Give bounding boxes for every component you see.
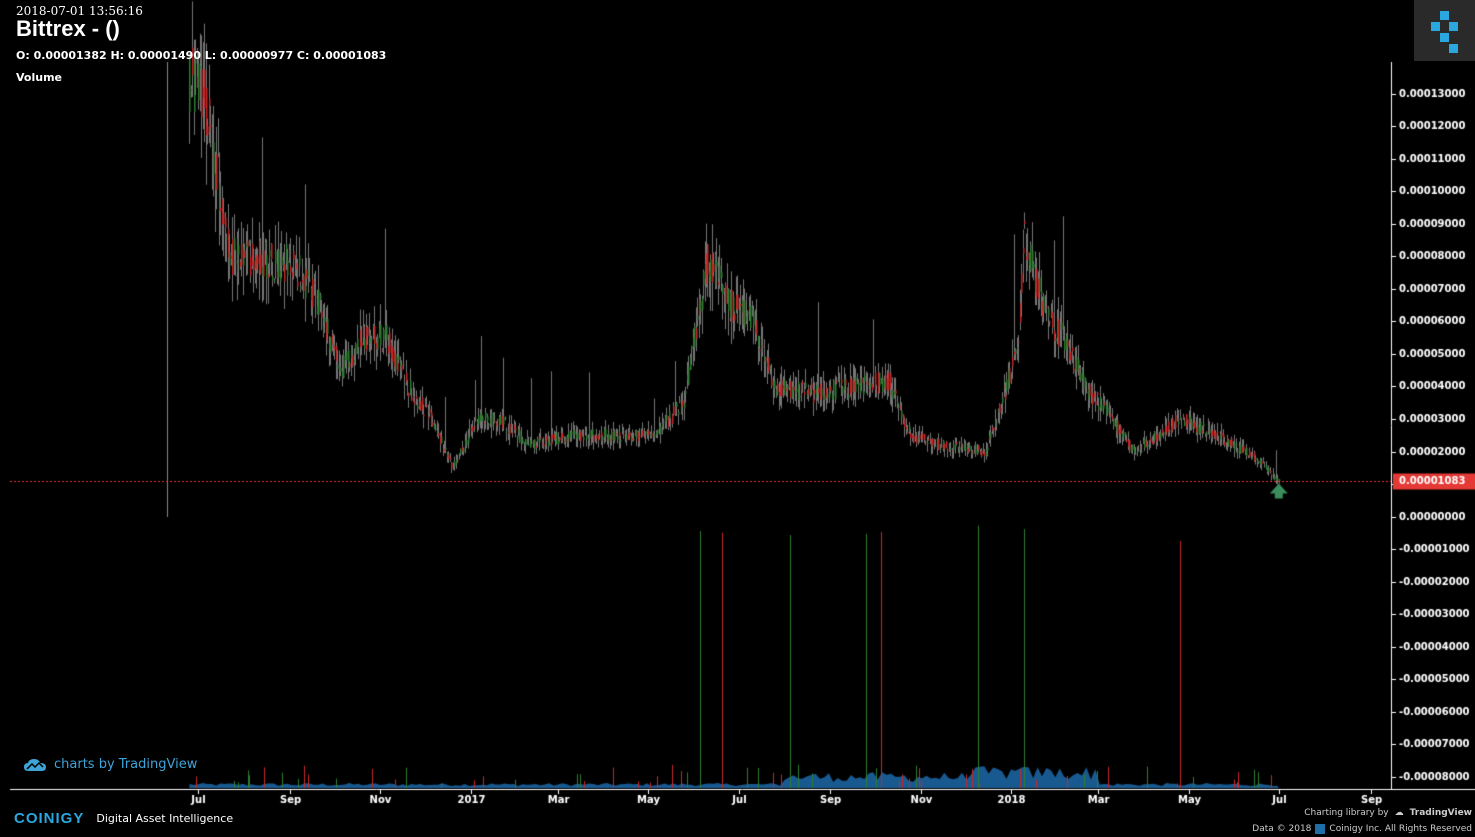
- charting-library-credit[interactable]: Charting library by ☁ TradingView: [1304, 808, 1472, 818]
- coinigy-footer-brand: COINIGY Digital Asset Intelligence: [14, 810, 233, 827]
- coinigy-tagline: Digital Asset Intelligence: [96, 812, 234, 825]
- coinigy-small-icon: [1315, 824, 1326, 834]
- data-copyright: Data © 2018 Coinigy Inc. All Rights Rese…: [1252, 824, 1472, 834]
- price-chart-canvas[interactable]: [0, 0, 1475, 837]
- data-copyright-prefix: Data © 2018: [1252, 824, 1312, 834]
- charting-library-text: Charting library by: [1304, 808, 1389, 818]
- ohlc-readout: O: 0.00001382 H: 0.00001490 L: 0.0000097…: [16, 49, 387, 62]
- volume-indicator-label[interactable]: Volume: [16, 71, 62, 84]
- tradingview-cloud-icon: [24, 758, 46, 771]
- tradingview-cloud-small-icon: ☁: [1394, 808, 1404, 818]
- coinigy-logo-icon: [1414, 0, 1475, 61]
- data-copyright-suffix: Coinigy Inc. All Rights Reserved: [1329, 824, 1472, 834]
- tradingview-link[interactable]: charts by TradingView: [24, 757, 197, 772]
- coinigy-brand-text: COINIGY: [14, 810, 85, 827]
- chart-title: Bittrex - (): [16, 16, 120, 41]
- tradingview-name: TradingView: [1409, 808, 1472, 818]
- tradingview-link-text: charts by TradingView: [54, 757, 198, 772]
